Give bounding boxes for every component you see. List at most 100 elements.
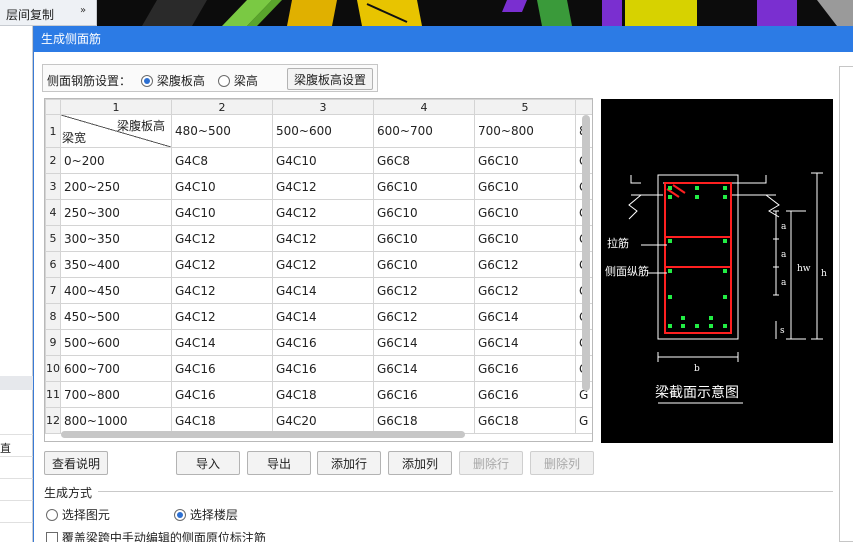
beam-width-cell[interactable]: 500~600 <box>60 329 172 356</box>
rebar-spec-cell[interactable]: G4C14 <box>171 329 273 356</box>
radio-select-element[interactable]: 选择图元 <box>46 506 110 523</box>
rebar-spec-cell[interactable]: G6C10 <box>373 199 475 226</box>
rebar-spec-cell[interactable]: G6C18 <box>474 407 576 434</box>
rebar-spec-cell[interactable]: G4C16 <box>272 329 374 356</box>
rebar-spec-cell[interactable]: G6C18 <box>373 407 475 434</box>
rebar-spec-cell[interactable]: G4C12 <box>171 277 273 304</box>
rebar-spec-cell[interactable]: G4C12 <box>272 199 374 226</box>
rebar-spec-cell[interactable]: G4C10 <box>272 147 374 174</box>
beam-width-cell[interactable]: 450~500 <box>60 303 172 330</box>
radio-selected-icon[interactable] <box>141 75 153 87</box>
rebar-spec-cell[interactable]: G6C10 <box>474 173 576 200</box>
radio-selected-icon[interactable] <box>174 509 186 521</box>
vertical-scrollbar[interactable] <box>582 115 590 391</box>
table-corner[interactable] <box>45 99 61 115</box>
corner-diagonal-cell[interactable]: 梁腹板高 梁宽 <box>60 114 172 148</box>
add-column-button[interactable]: 添加列 <box>388 451 452 475</box>
import-button[interactable]: 导入 <box>176 451 240 475</box>
beam-width-cell[interactable]: 350~400 <box>60 251 172 278</box>
row-number[interactable]: 1 <box>45 114 61 148</box>
delete-row-button[interactable]: 删除行 <box>459 451 523 475</box>
rebar-spec-cell[interactable]: G6C16 <box>373 381 475 408</box>
column-number[interactable]: 5 <box>474 99 576 115</box>
rebar-spec-cell[interactable]: G6C14 <box>373 329 475 356</box>
rebar-spec-cell[interactable]: G6C12 <box>474 251 576 278</box>
rebar-spec-cell[interactable]: G6C12 <box>373 303 475 330</box>
radio-unselected-icon[interactable] <box>46 509 58 521</box>
beam-width-cell[interactable]: 700~800 <box>60 381 172 408</box>
floor-copy-toolbar[interactable]: 层间复制 » <box>0 0 97 26</box>
rebar-spec-cell[interactable]: G4C8 <box>171 147 273 174</box>
rebar-spec-cell[interactable]: G4C16 <box>171 381 273 408</box>
rebar-spec-cell[interactable]: G4C20 <box>272 407 374 434</box>
delete-column-button[interactable]: 删除列 <box>530 451 594 475</box>
rebar-spec-cell[interactable]: G6C10 <box>474 199 576 226</box>
rebar-spec-cell[interactable]: G6C16 <box>474 355 576 382</box>
row-number[interactable]: 3 <box>45 173 61 200</box>
rebar-spec-cell[interactable]: G4C16 <box>272 355 374 382</box>
table-cell[interactable]: 700~800 <box>474 114 576 148</box>
rebar-table[interactable]: 1 2 3 4 5 6 1 梁腹板高 梁宽 480~500 500~600 60… <box>44 98 593 442</box>
column-number[interactable]: 1 <box>60 99 172 115</box>
column-number[interactable]: 3 <box>272 99 374 115</box>
column-number[interactable]: 4 <box>373 99 475 115</box>
rebar-spec-cell[interactable]: G4C18 <box>272 381 374 408</box>
beam-width-cell[interactable]: 250~300 <box>60 199 172 226</box>
beam-width-cell[interactable]: 800~1000 <box>60 407 172 434</box>
beam-width-cell[interactable]: 300~350 <box>60 225 172 252</box>
rebar-spec-cell[interactable]: G4C14 <box>272 303 374 330</box>
web-height-settings-button[interactable]: 梁腹板高设置 <box>287 68 373 90</box>
rebar-spec-cell[interactable]: G6C14 <box>474 329 576 356</box>
rebar-spec-cell[interactable]: G4C16 <box>171 355 273 382</box>
beam-width-cell[interactable]: 400~450 <box>60 277 172 304</box>
rebar-spec-cell[interactable]: G6C10 <box>474 225 576 252</box>
rebar-spec-cell[interactable]: G6C10 <box>373 251 475 278</box>
rebar-spec-cell[interactable]: G6C8 <box>373 147 475 174</box>
export-button[interactable]: 导出 <box>247 451 311 475</box>
beam-width-cell[interactable]: 0~200 <box>60 147 172 174</box>
rebar-spec-cell[interactable]: G4C12 <box>272 225 374 252</box>
row-number[interactable]: 4 <box>45 199 61 226</box>
rebar-spec-cell[interactable]: G6C10 <box>373 173 475 200</box>
column-number[interactable]: 6 <box>575 99 592 115</box>
rebar-spec-cell[interactable]: G6C12 <box>373 277 475 304</box>
row-number[interactable]: 10 <box>45 355 61 382</box>
horizontal-scrollbar[interactable] <box>61 431 465 438</box>
row-number[interactable]: 9 <box>45 329 61 356</box>
view-description-button[interactable]: 查看说明 <box>44 451 108 475</box>
radio-beam-height[interactable]: 梁高 <box>218 72 258 89</box>
row-number[interactable]: 5 <box>45 225 61 252</box>
rebar-spec-cell[interactable]: G6C10 <box>474 147 576 174</box>
rebar-spec-cell[interactable]: G4C10 <box>171 173 273 200</box>
row-number[interactable]: 7 <box>45 277 61 304</box>
rebar-spec-cell[interactable]: G4C12 <box>272 173 374 200</box>
expand-arrow-icon[interactable]: » <box>80 5 86 16</box>
rebar-spec-cell[interactable]: G <box>575 407 592 434</box>
row-number[interactable]: 12 <box>45 407 61 434</box>
row-number[interactable]: 8 <box>45 303 61 330</box>
row-number[interactable]: 11 <box>45 381 61 408</box>
rebar-spec-cell[interactable]: G4C18 <box>171 407 273 434</box>
checkbox-icon[interactable] <box>46 532 58 542</box>
rebar-spec-cell[interactable]: G6C14 <box>373 355 475 382</box>
row-number[interactable]: 6 <box>45 251 61 278</box>
radio-unselected-icon[interactable] <box>218 75 230 87</box>
rebar-spec-cell[interactable]: G4C12 <box>171 303 273 330</box>
rebar-spec-cell[interactable]: G4C12 <box>272 251 374 278</box>
add-row-button[interactable]: 添加行 <box>317 451 381 475</box>
table-cell[interactable]: 600~700 <box>373 114 475 148</box>
rebar-spec-cell[interactable]: G6C16 <box>474 381 576 408</box>
rebar-spec-cell[interactable]: G6C12 <box>474 277 576 304</box>
rebar-spec-cell[interactable]: G4C12 <box>171 251 273 278</box>
rebar-spec-cell[interactable]: G4C12 <box>171 225 273 252</box>
rebar-spec-cell[interactable]: G6C10 <box>373 225 475 252</box>
row-number[interactable]: 2 <box>45 147 61 174</box>
radio-select-floor[interactable]: 选择楼层 <box>174 506 238 523</box>
rebar-spec-cell[interactable]: G4C10 <box>171 199 273 226</box>
overwrite-checkbox[interactable]: 覆盖梁跨中手动编辑的侧面原位标注筋 <box>46 529 266 542</box>
radio-web-height[interactable]: 梁腹板高 <box>141 72 205 89</box>
beam-width-cell[interactable]: 200~250 <box>60 173 172 200</box>
column-number[interactable]: 2 <box>171 99 273 115</box>
table-cell[interactable]: 480~500 <box>171 114 273 148</box>
beam-width-cell[interactable]: 600~700 <box>60 355 172 382</box>
